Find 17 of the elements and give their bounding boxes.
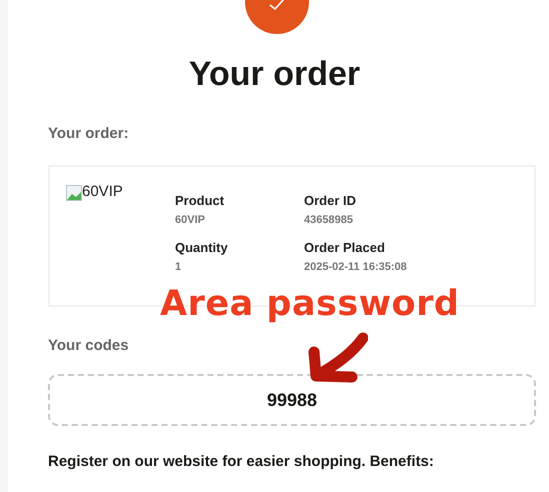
section-label: Your codes: [48, 337, 129, 355]
field-value: 1: [175, 261, 182, 274]
register-text: Register on our website for easier shopping. Benefits:: [48, 453, 434, 471]
field-value: 43658985: [304, 214, 353, 227]
check-icon: [268, 0, 286, 11]
field-label: Order Placed: [304, 240, 385, 256]
section-label: Your order:: [48, 125, 129, 143]
code-box: 99988: [48, 374, 536, 426]
page-title: Your order: [188, 54, 362, 94]
field-label: Order ID: [304, 193, 356, 209]
field-label: Quantity: [175, 240, 228, 256]
annotation-label: Area password: [160, 283, 460, 326]
broken-image-icon: [66, 185, 82, 201]
field-label: Product: [175, 193, 224, 209]
field-value: 2025-02-11 16:35:08: [304, 261, 407, 274]
field-value: 60VIP: [175, 214, 205, 227]
image-alt-text: 60VIP: [82, 183, 123, 201]
